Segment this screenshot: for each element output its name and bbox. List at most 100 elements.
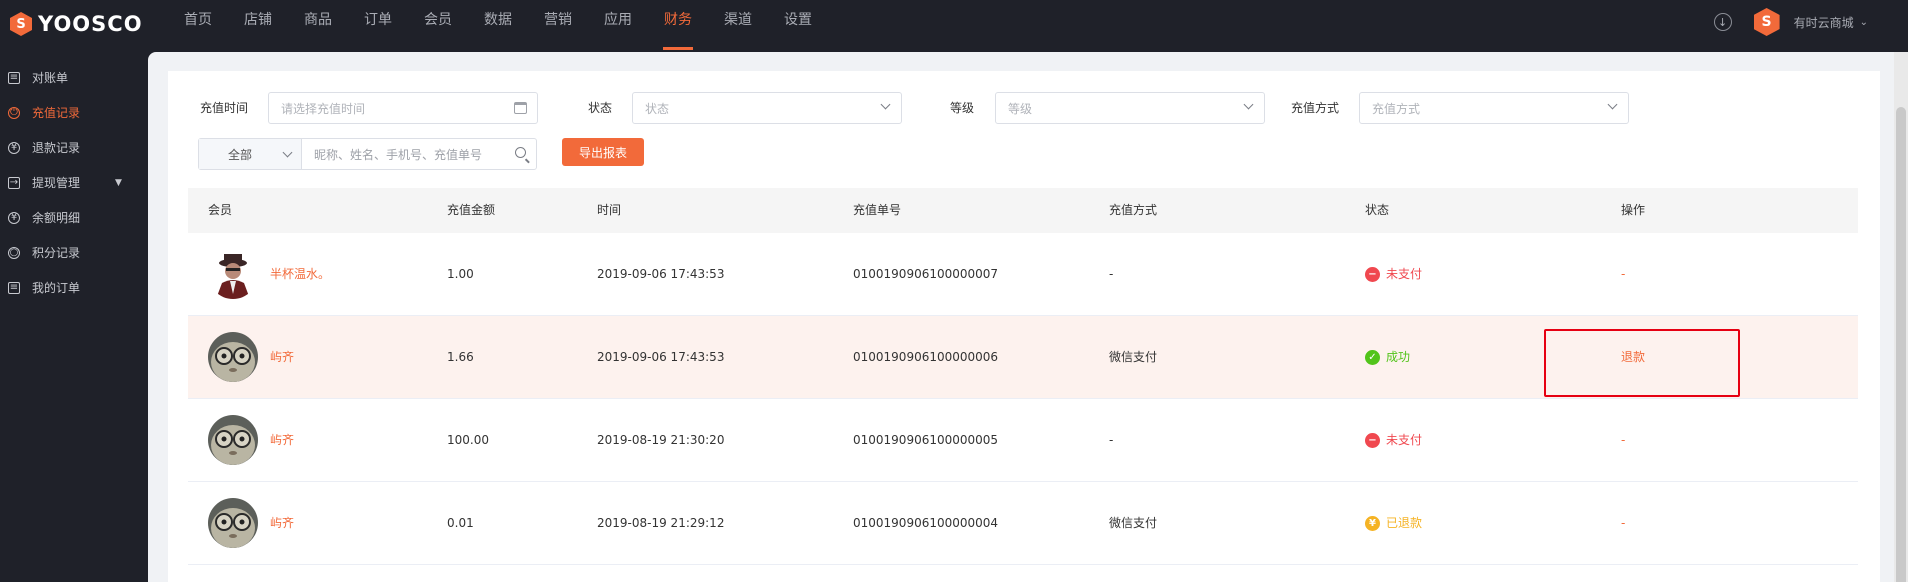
- recharge-time-placeholder: 请选择充值时间: [281, 101, 366, 116]
- caret-down-icon: ▼: [115, 177, 122, 188]
- sidebar-item-label: 积分记录: [32, 246, 81, 260]
- time: 2019-08-19 21:29:12: [597, 516, 725, 530]
- calendar-icon: [514, 102, 527, 114]
- search-scope-select[interactable]: 全部: [199, 139, 302, 169]
- status-text: 已退款: [1386, 516, 1423, 530]
- nav-channels[interactable]: 渠道: [708, 0, 768, 50]
- power-icon: ⏻: [8, 106, 20, 119]
- method: 微信支付: [1109, 516, 1158, 530]
- download-icon[interactable]: ↓: [1713, 13, 1732, 31]
- avatar: [208, 249, 258, 299]
- chevron-down-icon: [880, 99, 891, 110]
- nav-finance[interactable]: 财务: [648, 0, 708, 50]
- recharge-method-placeholder: 充值方式: [1372, 101, 1421, 116]
- chevron-down-icon: [1607, 99, 1618, 110]
- sidebar-item-my-orders[interactable]: ≡ 我的订单: [0, 270, 148, 305]
- order-no: 0100190906100000005: [853, 433, 999, 447]
- nav-store[interactable]: 店铺: [228, 0, 288, 50]
- avatar: [208, 498, 258, 548]
- check-circle-icon: ✓: [1365, 350, 1380, 365]
- status-text: 未支付: [1386, 267, 1423, 281]
- status-text: 成功: [1386, 350, 1411, 364]
- shop-name[interactable]: 有时云商城: [1794, 14, 1854, 31]
- col-time: 时间: [597, 203, 622, 217]
- refund-icon: ¥: [8, 141, 20, 154]
- nav-members[interactable]: 会员: [408, 0, 468, 50]
- highlight-annotation-box: [1544, 329, 1740, 397]
- nav-apps[interactable]: 应用: [588, 0, 648, 50]
- nav-orders[interactable]: 订单: [348, 0, 408, 50]
- sidebar-item-recharge-records[interactable]: ⏻ 充值记录: [0, 95, 148, 130]
- status-text: 未支付: [1386, 433, 1423, 447]
- level-select[interactable]: 等级: [995, 92, 1265, 124]
- sidebar-item-label: 提现管理: [32, 176, 81, 190]
- recharge-time-picker[interactable]: 请选择充值时间: [268, 92, 538, 124]
- points-icon: ○: [8, 246, 20, 259]
- status-badge: ✓ 成功: [1365, 316, 1410, 399]
- search-icon[interactable]: [515, 147, 526, 158]
- balance-icon: ¥: [8, 211, 20, 224]
- member-name[interactable]: 屿齐: [270, 482, 294, 565]
- sidebar-item-statement[interactable]: ≡ 对账单: [0, 60, 148, 95]
- status-badge: ¥ 已退款: [1365, 482, 1422, 565]
- account-area: ↓ S 有时云商城 ⌄: [1713, 8, 1868, 36]
- scrollbar-thumb[interactable]: [1896, 107, 1906, 582]
- sidebar-item-refund-records[interactable]: ¥ 退款记录: [0, 130, 148, 165]
- order-no: 0100190906100000007: [853, 267, 999, 281]
- scrollbar-track[interactable]: [1894, 52, 1908, 582]
- amount: 1.66: [447, 350, 474, 364]
- nav-marketing[interactable]: 营销: [528, 0, 588, 50]
- shop-logo-icon[interactable]: S: [1753, 8, 1780, 36]
- avatar: [208, 332, 258, 382]
- search-placeholder: 昵称、姓名、手机号、充值单号: [314, 147, 483, 162]
- sidebar-item-label: 对账单: [32, 71, 69, 85]
- export-report-button[interactable]: 导出报表: [562, 138, 644, 166]
- recharge-method-select[interactable]: 充值方式: [1359, 92, 1629, 124]
- minus-circle-icon: −: [1365, 267, 1380, 282]
- amount: 0.01: [447, 516, 474, 530]
- sidebar-item-balance-details[interactable]: ¥ 余额明细: [0, 200, 148, 235]
- table-row[interactable]: 屿齐 100.00 2019-08-19 21:30:20 0100190906…: [188, 399, 1858, 482]
- document-icon: ≡: [8, 71, 20, 84]
- member-name[interactable]: 屿齐: [270, 316, 294, 399]
- search-combo: 全部 昵称、姓名、手机号、充值单号: [198, 138, 537, 170]
- nav-home[interactable]: 首页: [168, 0, 228, 50]
- table-row[interactable]: 半杯温水。 1.00 2019-09-06 17:43:53 010019090…: [188, 233, 1858, 316]
- status-select[interactable]: 状态: [632, 92, 902, 124]
- member-name[interactable]: 屿齐: [270, 399, 294, 482]
- logo-mark-icon: S: [10, 12, 32, 36]
- logo-wordmark: YOOSCO: [38, 12, 143, 36]
- sidebar-item-withdraw-management[interactable]: → 提现管理 ▼: [0, 165, 148, 200]
- recharge-time-label: 充值时间: [200, 101, 249, 115]
- sidebar-item-label: 我的订单: [32, 281, 81, 295]
- action-placeholder: -: [1621, 516, 1626, 530]
- level-placeholder: 等级: [1008, 101, 1033, 116]
- nav-data[interactable]: 数据: [468, 0, 528, 50]
- action-placeholder: -: [1621, 267, 1626, 281]
- brand-logo[interactable]: S YOOSCO: [10, 11, 143, 37]
- refunded-icon: ¥: [1365, 516, 1380, 531]
- nav-products[interactable]: 商品: [288, 0, 348, 50]
- action-placeholder: -: [1621, 433, 1626, 447]
- order-no: 0100190906100000004: [853, 516, 999, 530]
- sidebar-item-points-records[interactable]: ○ 积分记录: [0, 235, 148, 270]
- col-action: 操作: [1621, 203, 1646, 217]
- table-row[interactable]: 屿齐 0.01 2019-08-19 21:29:12 010019090610…: [188, 482, 1858, 565]
- sidebar-item-label: 余额明细: [32, 211, 81, 225]
- search-input[interactable]: 昵称、姓名、手机号、充值单号: [302, 139, 536, 169]
- recharge-method-label: 充值方式: [1291, 101, 1340, 115]
- withdraw-icon: →: [8, 176, 20, 189]
- top-navigation-bar: S YOOSCO 首页 店铺 商品 订单 会员 数据 营销 应用 财务 渠道 设…: [0, 0, 1908, 50]
- sidebar-item-label: 充值记录: [32, 106, 81, 120]
- method: -: [1109, 267, 1114, 281]
- nav-settings[interactable]: 设置: [768, 0, 828, 50]
- amount: 100.00: [447, 433, 489, 447]
- time: 2019-08-19 21:30:20: [597, 433, 725, 447]
- time: 2019-09-06 17:43:53: [597, 350, 725, 364]
- chevron-down-icon[interactable]: ⌄: [1860, 17, 1868, 28]
- member-name[interactable]: 半杯温水。: [270, 233, 330, 316]
- status-badge: − 未支付: [1365, 233, 1422, 316]
- search-scope-value: 全部: [227, 147, 252, 162]
- time: 2019-09-06 17:43:53: [597, 267, 725, 281]
- sidebar-item-label: 退款记录: [32, 141, 81, 155]
